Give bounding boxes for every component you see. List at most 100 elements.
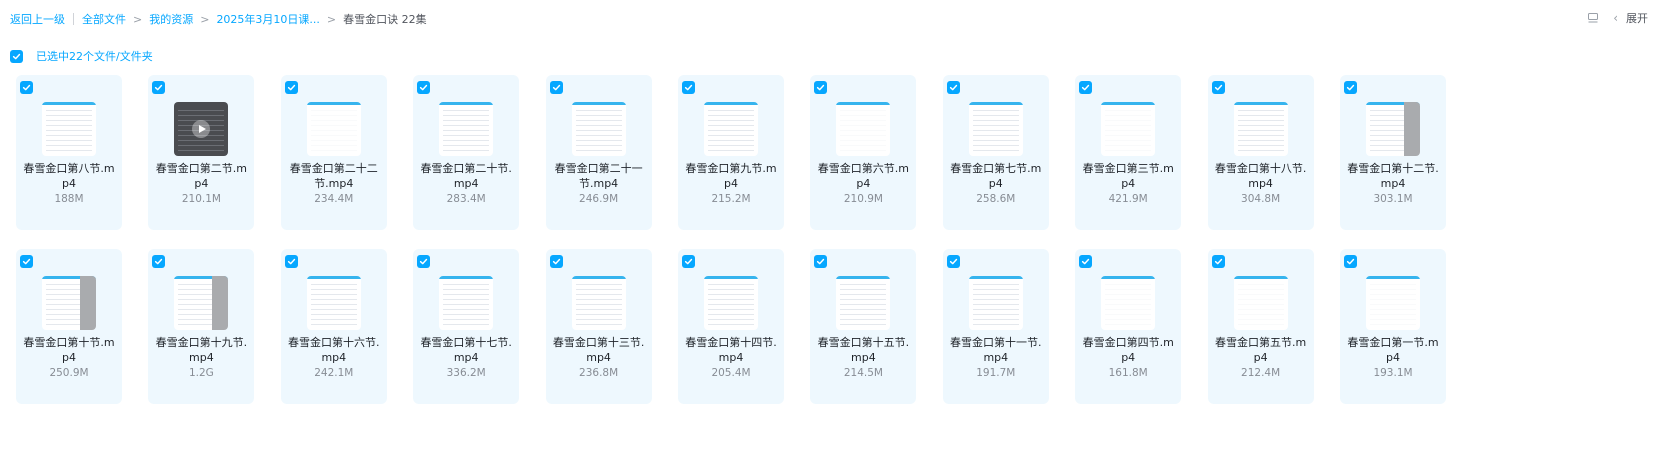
file-name: 春雪金口第十六节.mp4: [288, 336, 380, 364]
file-checkbox[interactable]: [417, 255, 431, 268]
file-size: 242.1M: [314, 367, 354, 379]
file-card[interactable]: 春雪金口第十一节.mp4 191.7M: [942, 249, 1049, 404]
video-thumbnail: [439, 102, 494, 156]
chevron-right-icon: >: [133, 12, 143, 26]
file-size: 250.9M: [49, 367, 89, 379]
video-thumbnail: [439, 276, 494, 330]
file-name: 春雪金口第九节.mp4: [685, 162, 777, 190]
file-checkbox[interactable]: [284, 255, 298, 268]
file-size: 161.8M: [1108, 367, 1148, 379]
check-icon: [155, 84, 163, 91]
file-card[interactable]: 春雪金口第五节.mp4 212.4M: [1207, 249, 1314, 404]
video-thumbnail: [1366, 276, 1420, 330]
video-thumbnail: [1101, 276, 1156, 330]
file-name: 春雪金口第二节.mp4: [155, 162, 247, 190]
file-name: 春雪金口第八节.mp4: [23, 162, 115, 190]
file-card[interactable]: 春雪金口第一节.mp4 193.1M: [1340, 249, 1446, 404]
file-checkbox[interactable]: [1211, 255, 1225, 268]
file-size: 336.2M: [446, 367, 486, 379]
file-name: 春雪金口第二十二节.mp4: [289, 162, 378, 190]
file-checkbox[interactable]: [20, 81, 33, 94]
file-card[interactable]: 春雪金口第十八节.mp4 304.8M: [1207, 75, 1314, 230]
file-checkbox[interactable]: [20, 255, 33, 268]
file-checkbox[interactable]: [1079, 81, 1093, 94]
check-icon: [817, 84, 825, 91]
file-name: 春雪金口第一节.mp4: [1347, 336, 1439, 364]
file-card[interactable]: 春雪金口第三节.mp4 421.9M: [1075, 75, 1182, 230]
video-thumbnail: [1366, 102, 1420, 156]
file-checkbox[interactable]: [814, 255, 828, 268]
list-view-icon[interactable]: [1587, 12, 1599, 24]
file-card[interactable]: 春雪金口第十六节.mp4 242.1M: [280, 249, 387, 404]
file-card[interactable]: 春雪金口第十九节.mp4 1.2G: [148, 249, 255, 404]
file-size: 258.6M: [976, 193, 1016, 205]
file-checkbox[interactable]: [1344, 81, 1357, 94]
expand-button[interactable]: ‹ 展开: [1613, 10, 1648, 26]
file-checkbox[interactable]: [417, 81, 431, 94]
file-name: 春雪金口第十四节.mp4: [685, 336, 777, 364]
file-card[interactable]: 春雪金口第十二节.mp4 303.1M: [1340, 75, 1446, 230]
back-link[interactable]: 返回上一级: [10, 11, 65, 27]
video-thumbnail: [704, 102, 758, 156]
file-checkbox[interactable]: [682, 255, 695, 268]
chevron-right-icon: >: [200, 12, 210, 26]
file-card[interactable]: 春雪金口第四节.mp4 161.8M: [1075, 249, 1182, 404]
breadcrumb-item-my-resources[interactable]: 我的资源: [149, 11, 193, 27]
file-size: 210.1M: [181, 193, 221, 205]
breadcrumb-item-current: 春雪金口诀 22集: [343, 13, 427, 26]
file-size: 1.2G: [188, 367, 214, 379]
select-all-checkbox[interactable]: [10, 49, 23, 63]
file-size: 205.4M: [711, 367, 751, 379]
file-card[interactable]: 春雪金口第二节.mp4 210.1M: [148, 75, 255, 230]
file-checkbox[interactable]: [814, 81, 828, 94]
file-checkbox[interactable]: [1079, 255, 1093, 268]
file-checkbox[interactable]: [682, 81, 695, 94]
file-card[interactable]: 春雪金口第十节.mp4 250.9M: [16, 249, 122, 404]
check-icon: [287, 84, 295, 91]
file-name: 春雪金口第二十一节.mp4: [554, 162, 643, 190]
check-icon: [22, 84, 31, 91]
file-checkbox[interactable]: [549, 81, 563, 94]
file-checkbox[interactable]: [946, 255, 960, 268]
video-thumbnail: [571, 102, 626, 156]
file-checkbox[interactable]: [152, 255, 166, 268]
video-thumbnail: [968, 276, 1023, 330]
video-thumbnail: [836, 102, 891, 156]
check-icon: [552, 258, 560, 265]
breadcrumb-item-all-files[interactable]: 全部文件: [82, 11, 126, 27]
video-thumbnail: [571, 276, 626, 330]
check-icon: [420, 84, 428, 91]
file-name: 春雪金口第四节.mp4: [1082, 336, 1174, 364]
file-card[interactable]: 春雪金口第二十节.mp4 283.4M: [413, 75, 520, 230]
expand-label: 展开: [1626, 12, 1648, 25]
file-card[interactable]: 春雪金口第六节.mp4 210.9M: [810, 75, 917, 230]
file-card[interactable]: 春雪金口第二十一节.mp4 246.9M: [545, 75, 652, 230]
file-card[interactable]: 春雪金口第九节.mp4 215.2M: [678, 75, 784, 230]
file-name: 春雪金口第三节.mp4: [1082, 162, 1174, 190]
file-size: 193.1M: [1373, 367, 1413, 379]
file-card[interactable]: 春雪金口第十三节.mp4 236.8M: [545, 249, 652, 404]
file-card[interactable]: 春雪金口第十七节.mp4 336.2M: [413, 249, 520, 404]
file-card[interactable]: 春雪金口第十五节.mp4 214.5M: [810, 249, 917, 404]
file-card[interactable]: 春雪金口第七节.mp4 258.6M: [942, 75, 1049, 230]
file-name: 春雪金口第十三节.mp4: [552, 336, 645, 364]
file-name: 春雪金口第十一节.mp4: [950, 336, 1042, 364]
file-checkbox[interactable]: [946, 81, 960, 94]
breadcrumb-item-course-folder[interactable]: 2025年3月10日课...: [216, 11, 319, 27]
file-card[interactable]: 春雪金口第二十二节.mp4 234.4M: [280, 75, 387, 230]
check-icon: [22, 258, 31, 265]
file-checkbox[interactable]: [1344, 255, 1357, 268]
file-checkbox[interactable]: [1211, 81, 1225, 94]
divider: [73, 13, 74, 25]
file-card[interactable]: 春雪金口第八节.mp4 188M: [16, 75, 122, 230]
video-thumbnail: [1233, 276, 1288, 330]
check-icon: [684, 84, 693, 91]
video-thumbnail: [968, 102, 1023, 156]
file-size: 214.5M: [843, 367, 883, 379]
file-checkbox[interactable]: [549, 255, 563, 268]
file-size: 421.9M: [1108, 193, 1148, 205]
file-checkbox[interactable]: [284, 81, 298, 94]
file-card[interactable]: 春雪金口第十四节.mp4 205.4M: [678, 249, 784, 404]
file-checkbox[interactable]: [152, 81, 166, 94]
file-name: 春雪金口第七节.mp4: [950, 162, 1042, 190]
